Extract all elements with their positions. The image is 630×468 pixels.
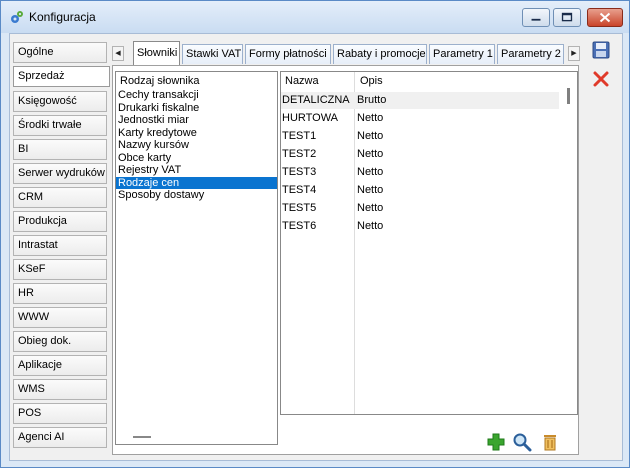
dictionary-list-item[interactable]: Rejestry VAT [116,164,277,176]
table-row[interactable]: TEST4 Netto [281,182,559,199]
tab[interactable]: Rabaty i promocje [333,44,427,64]
cell-nazwa: TEST1 [282,130,317,142]
table-row[interactable]: TEST5 Netto [281,200,559,217]
cell-nazwa: TEST3 [282,166,317,178]
nav-item[interactable]: Agenci AI [13,427,107,448]
chevron-right-icon: ▶ [571,50,577,57]
nav-item[interactable]: BI [13,139,107,160]
maximize-button[interactable] [553,8,581,27]
table-row[interactable]: TEST2 Netto [281,146,559,163]
maximize-icon [561,12,573,22]
cell-nazwa: HURTOWA [282,112,339,124]
tab[interactable]: Parametry 2 [497,44,564,64]
nav-item[interactable]: Serwer wydruków [13,163,107,184]
cell-opis: Netto [357,202,384,214]
window-title: Konfiguracja [29,10,96,24]
cell-nazwa: DETALICZNA [282,94,350,106]
nav-item[interactable]: Środki trwałe [13,115,107,136]
nav-item[interactable]: Księgowość [13,91,107,112]
nav-item[interactable]: Produkcja [13,211,107,232]
delete-button[interactable]: trash-icon [540,432,560,452]
title-bar[interactable]: Konfiguracja [1,1,629,33]
table-row[interactable]: TEST6 Netto [281,218,559,235]
list-resize-handle[interactable] [133,436,151,438]
nav-item[interactable]: Intrastat [13,235,107,256]
nav-item[interactable]: Aplikacje [13,355,107,376]
tab[interactable]: Słowniki [133,41,180,66]
column-header-opis[interactable]: Opis [360,75,383,87]
nav-item[interactable]: Ogólne [13,42,107,63]
tab-scroll-right-button[interactable]: ▶ [568,46,580,61]
nav-item[interactable]: Sprzedaż [13,66,110,87]
table-row[interactable]: DETALICZNA Brutto [281,92,559,109]
dictionary-list-item[interactable]: Jednostki miar [116,114,277,126]
cell-nazwa: TEST4 [282,184,317,196]
table-row[interactable]: TEST1 Netto [281,128,559,145]
dictionary-list-item[interactable]: Sposoby dostawy [116,189,277,201]
dictionary-list-item[interactable]: Cechy transakcji [116,89,277,101]
table-row[interactable]: HURTOWA Netto [281,110,559,127]
cell-opis: Netto [357,166,384,178]
price-types-grid[interactable]: Nazwa Opis DETALICZNA Brutto HURTOWA Netto T… [280,71,578,415]
cell-opis: Netto [357,148,384,160]
cell-opis: Netto [357,220,384,232]
nav-item[interactable]: HR [13,283,107,304]
column-header-nazwa[interactable]: Nazwa [285,75,319,87]
cell-opis: Netto [357,112,384,124]
nav-item[interactable]: KSeF [13,259,107,280]
table-row[interactable]: TEST3 Netto [281,164,559,181]
cell-nazwa: TEST6 [282,220,317,232]
dictionary-list-header: Rodzaj słownika [120,75,200,87]
cell-opis: Brutto [357,94,387,106]
minimize-button[interactable] [522,8,550,27]
cell-opis: Netto [357,130,384,142]
gear-icon [11,11,23,23]
nav-item[interactable]: Obieg dok. [13,331,107,352]
slowniki-panel: Rodzaj słownika Cechy transakcji Drukarki… [112,65,579,455]
dictionary-list-item[interactable]: Obce karty [116,152,277,164]
nav-item[interactable]: WMS [13,379,107,400]
scrollbar-thumb[interactable] [567,88,570,104]
nav-item[interactable]: WWW [13,307,107,328]
dictionary-list-item[interactable]: Nazwy kursów [116,139,277,151]
tab-scroll-left-button[interactable]: ◀ [112,46,124,61]
save-button[interactable]: floppy-disk-icon [591,40,611,60]
tab[interactable]: Formy płatności [245,44,331,64]
tab[interactable]: Stawki VAT [182,44,243,64]
add-button[interactable]: green-plus-icon [486,432,506,452]
close-icon [599,12,611,23]
tab[interactable]: Parametry 1 [429,44,495,64]
client-area: Ogólne Sprzedaż Księgowość Środki trwałe BI S… [9,33,623,461]
dictionary-list-item[interactable]: Karty kredytowe [116,127,277,139]
tab-strip: ◀ ▶ Słowniki Stawki VAT Formy płatności Rab… [112,41,582,66]
dictionary-list-item[interactable]: Rodzaje cen [116,176,277,189]
cancel-button[interactable]: red-x-icon [591,69,611,89]
cell-opis: Netto [357,184,384,196]
search-button[interactable]: magnifier-icon [512,432,532,452]
dictionary-list-item[interactable]: Drukarki fiskalne [116,102,277,114]
cell-nazwa: TEST5 [282,202,317,214]
nav-item[interactable]: CRM [13,187,107,208]
nav-item[interactable]: POS [13,403,107,424]
minimize-icon [531,18,541,21]
dictionary-type-list[interactable]: Rodzaj słownika Cechy transakcji Drukarki… [115,71,278,445]
close-button[interactable] [587,8,623,27]
config-window: Konfiguracja Ogólne Sprzedaż Księgowość Śro… [0,0,630,468]
chevron-left-icon: ◀ [115,50,121,57]
cell-nazwa: TEST2 [282,148,317,160]
